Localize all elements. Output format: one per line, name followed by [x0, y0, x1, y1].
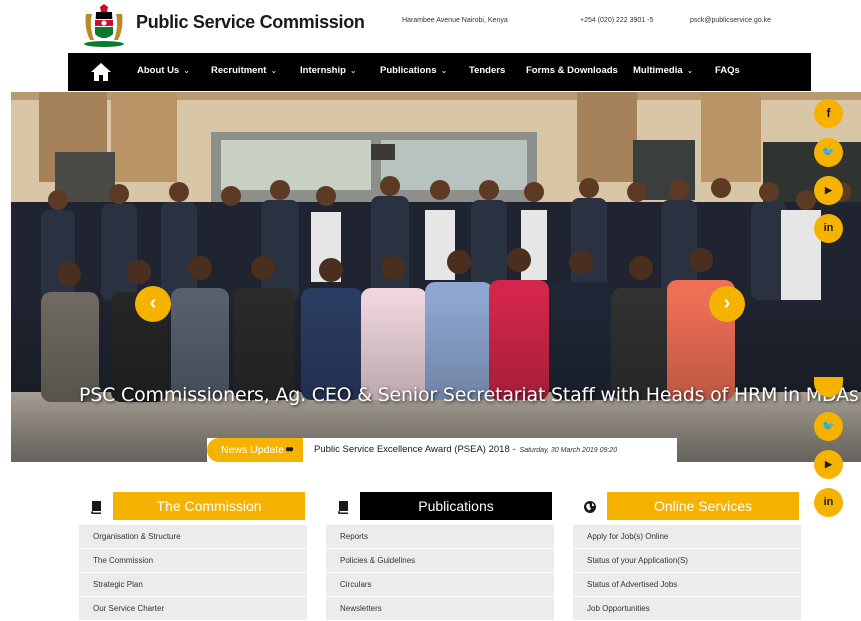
- nav-faqs[interactable]: FAQs: [715, 65, 740, 76]
- youtube-icon[interactable]: ▶: [814, 176, 843, 205]
- book-icon: [336, 500, 350, 514]
- youtube-icon[interactable]: ▶: [814, 450, 843, 479]
- news-ticker: News Update ●● Public Service Excellence…: [207, 438, 677, 462]
- ticker-dots-icon: ●●: [285, 444, 294, 455]
- slider-next-button[interactable]: ›: [709, 286, 745, 322]
- list-item[interactable]: Organisation & Structure: [79, 525, 307, 549]
- nav-publications[interactable]: Publications ⌄: [380, 65, 447, 76]
- phone-text: +254 (020) 222 3901 -5: [580, 17, 654, 24]
- site-header: Public Service Commission Harambee Avenu…: [0, 0, 861, 52]
- linkedin-icon[interactable]: in: [814, 488, 843, 517]
- list-item[interactable]: Reports: [326, 525, 554, 549]
- slide-caption: PSC Commissioners, Ag. CEO & Senior Secr…: [79, 384, 859, 406]
- list-item[interactable]: The Commission: [79, 549, 307, 573]
- globe-icon: [583, 500, 597, 514]
- home-icon[interactable]: [90, 62, 112, 82]
- chevron-down-icon: ⌄: [183, 66, 190, 75]
- group-photo-image: [11, 92, 861, 462]
- list-item[interactable]: Policies & Guidelines: [326, 549, 554, 573]
- chevron-right-icon: ›: [723, 292, 731, 314]
- chevron-down-icon: ⌄: [270, 66, 278, 75]
- commission-links: Organisation & Structure The Commission …: [79, 525, 307, 621]
- publications-heading: Publications: [360, 492, 552, 520]
- list-item[interactable]: Our Service Charter: [79, 597, 307, 621]
- twitter-icon[interactable]: 🐦: [814, 412, 843, 441]
- news-headline-link[interactable]: Public Service Excellence Award (PSEA) 2…: [314, 444, 617, 455]
- chevron-left-icon: ‹: [149, 292, 157, 314]
- list-item[interactable]: Status of your Application(S): [573, 549, 801, 573]
- main-navbar: About Us ⌄ Recruitment ⌄ Internship ⌄ Publi…: [68, 53, 811, 91]
- email-link[interactable]: psck@publicservice.go.ke: [690, 17, 771, 24]
- list-item[interactable]: Strategic Plan: [79, 573, 307, 597]
- chevron-down-icon: ⌄: [349, 66, 357, 75]
- nav-internship[interactable]: Internship ⌄: [300, 65, 357, 76]
- list-item[interactable]: Circulars: [326, 573, 554, 597]
- list-item[interactable]: Job Opportunities: [573, 597, 801, 621]
- facebook-icon[interactable]: f: [814, 99, 843, 128]
- slider-prev-button[interactable]: ‹: [135, 286, 171, 322]
- kenya-coat-of-arms-icon[interactable]: [80, 4, 128, 48]
- nav-about-us[interactable]: About Us ⌄: [137, 65, 190, 76]
- chevron-down-icon: ⌄: [686, 66, 694, 75]
- address-text: Harambee Avenue Nairobi, Kenya: [402, 17, 508, 24]
- nav-tenders[interactable]: Tenders: [469, 65, 505, 76]
- nav-multimedia[interactable]: Multimedia ⌄: [633, 65, 693, 76]
- book-icon: [89, 500, 103, 514]
- chevron-down-icon: ⌄: [440, 66, 448, 75]
- publications-links: Reports Policies & Guidelines Circulars …: [326, 525, 554, 621]
- nav-forms-downloads[interactable]: Forms & Downloads: [526, 65, 618, 76]
- online-services-links: Apply for Job(s) Online Status of your A…: [573, 525, 801, 621]
- list-item[interactable]: Status of Advertised Jobs: [573, 573, 801, 597]
- online-services-heading: Online Services: [607, 492, 799, 520]
- list-item[interactable]: Apply for Job(s) Online: [573, 525, 801, 549]
- site-title[interactable]: Public Service Commission: [136, 12, 365, 33]
- twitter-icon[interactable]: 🐦: [814, 138, 843, 167]
- commission-heading: The Commission: [113, 492, 305, 520]
- nav-recruitment[interactable]: Recruitment ⌄: [211, 65, 277, 76]
- news-date: Saturday, 30 March 2019 09:20: [519, 447, 618, 454]
- hero-slider[interactable]: PSC Commissioners, Ag. CEO & Senior Secr…: [11, 92, 861, 462]
- list-item[interactable]: Newsletters: [326, 597, 554, 621]
- linkedin-icon[interactable]: in: [814, 214, 843, 243]
